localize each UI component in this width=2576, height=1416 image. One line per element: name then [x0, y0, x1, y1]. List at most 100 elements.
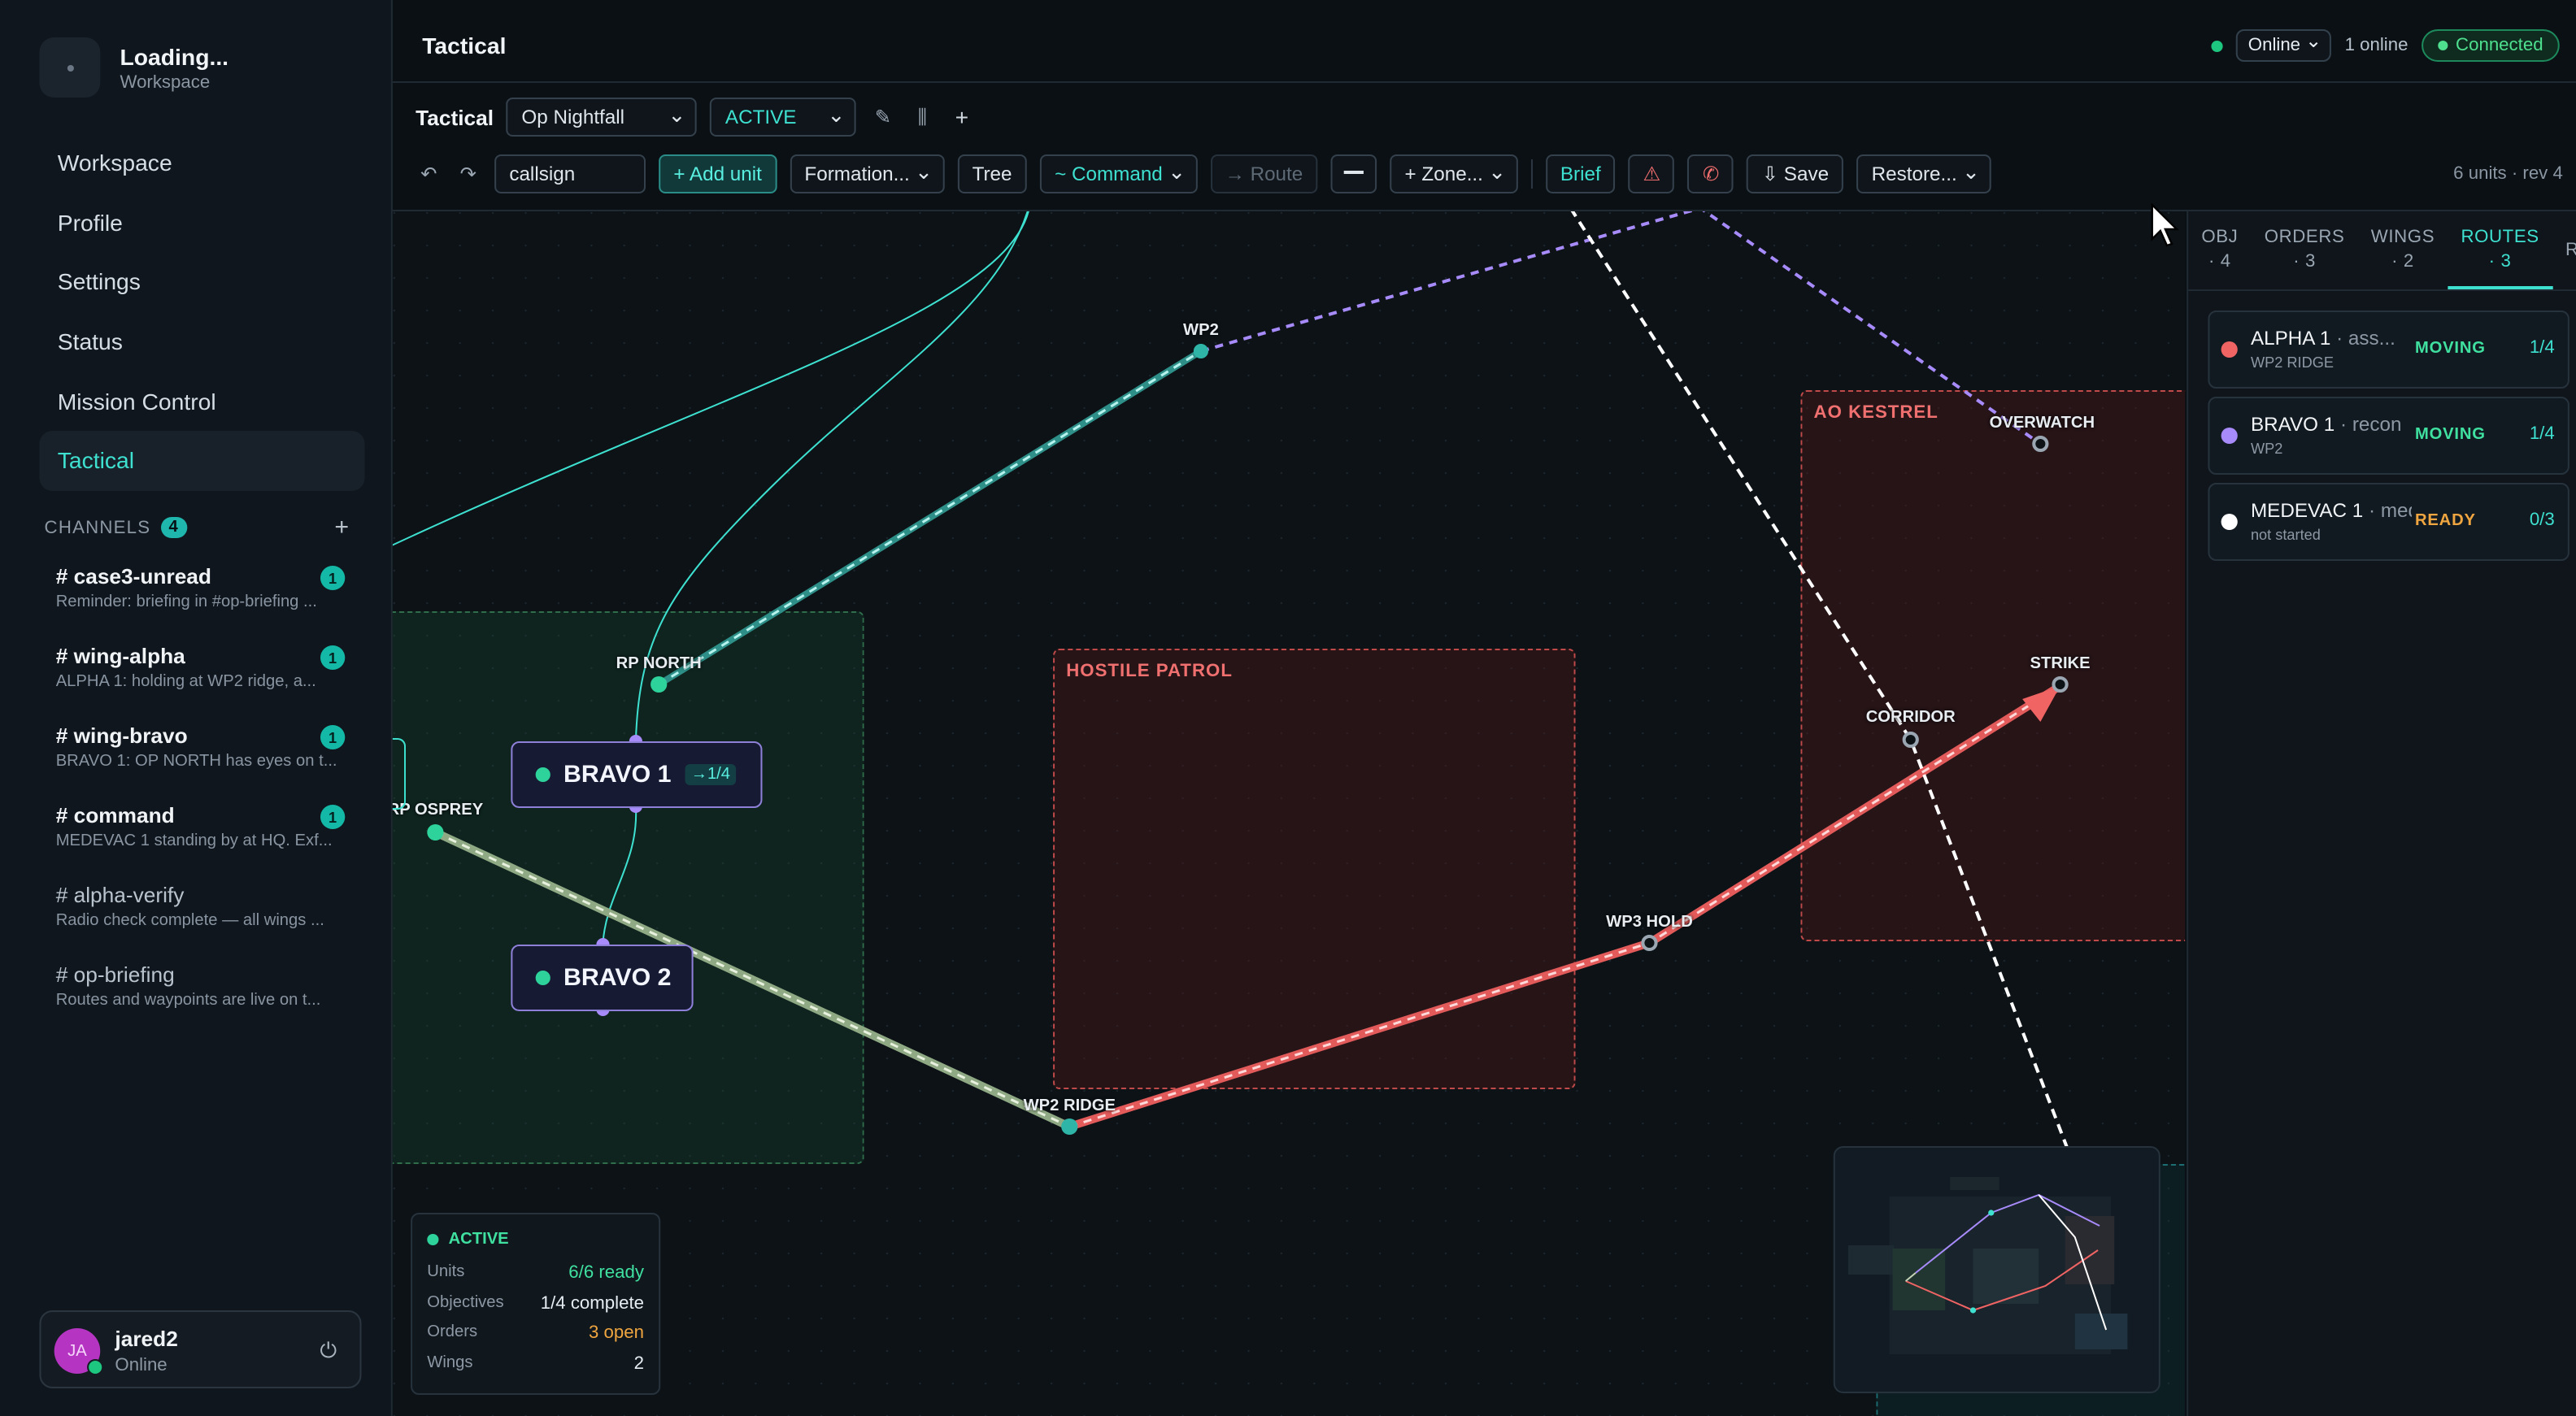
route-unit-name: MEDEVAC 1: [2250, 499, 2364, 522]
channel-preview: ALPHA 1: holding at WP2 ridge, a...: [55, 673, 316, 691]
edit-icon[interactable]: ✎: [870, 106, 896, 128]
status-label: Objectives: [427, 1293, 504, 1311]
route-unit-role: · ass...: [2330, 327, 2395, 350]
route-unit-name: ALPHA 1: [2250, 327, 2331, 350]
status-value: 3 open: [588, 1323, 644, 1343]
status-value: 6/6 ready: [568, 1263, 644, 1283]
presence-dot: [2212, 40, 2224, 51]
route-card[interactable]: BRAVO 1 · recon WP2 MOVING 1/4: [2208, 397, 2569, 475]
ao-kestrel-zone[interactable]: AO KESTREL: [1800, 390, 2186, 941]
route-card[interactable]: MEDEVAC 1 · medical not started READY 0/…: [2208, 483, 2569, 561]
command-select[interactable]: ~ Command: [1039, 154, 1198, 193]
user-name: jared2: [115, 1327, 178, 1351]
route-state: READY: [2414, 512, 2476, 530]
page-title: Tactical: [422, 33, 507, 59]
undo-icon[interactable]: ↶: [416, 163, 442, 185]
tab-label: ROL: [2565, 239, 2576, 263]
delete-icon[interactable]: ⫼: [909, 105, 935, 129]
alert-icon[interactable]: ⚠: [1629, 154, 1675, 193]
tab-label: OBJ: [2201, 228, 2239, 247]
nav-item-settings[interactable]: Settings: [39, 252, 364, 311]
unread-badge: 1: [320, 645, 346, 670]
route-card[interactable]: ALPHA 1 · ass... WP2 RIDGE MOVING 1/4: [2208, 311, 2569, 389]
line-style-icon[interactable]: [1330, 154, 1377, 193]
power-icon[interactable]: ⏻: [320, 1338, 337, 1364]
status-state: ACTIVE: [448, 1231, 509, 1249]
tab-wings[interactable]: WINGS · 2: [2358, 211, 2448, 289]
minimap[interactable]: [1833, 1146, 2160, 1393]
nav-item-workspace[interactable]: Workspace: [39, 133, 364, 193]
channel-name: # command: [55, 803, 175, 827]
workspace-header[interactable]: Loading... Workspace: [39, 37, 228, 98]
tab-count: · 3: [2293, 252, 2316, 271]
add-unit-button[interactable]: + Add unit: [659, 154, 777, 193]
presence-select[interactable]: Online: [2236, 29, 2332, 62]
zone-select[interactable]: + Zone...: [1390, 154, 1518, 193]
unread-badge: 1: [320, 805, 346, 829]
channel-item[interactable]: # op-briefing Routes and waypoints are l…: [56, 962, 349, 1042]
nav-item-tactical[interactable]: Tactical: [39, 430, 365, 491]
unit-node-bravo-2[interactable]: BRAVO 2: [511, 945, 694, 1011]
restore-select[interactable]: Restore...: [1856, 154, 1992, 193]
channel-preview: BRAVO 1: OP NORTH has eyes on t...: [55, 753, 337, 771]
tab-roles[interactable]: ROL: [2552, 211, 2576, 289]
tab-count: · 4: [2208, 252, 2231, 271]
channel-list: # case3-unread Reminder: briefing in #op…: [56, 564, 349, 1042]
channel-item[interactable]: # wing-alpha ALPHA 1: holding at WP2 rid…: [56, 644, 349, 723]
channel-name: # alpha-verify: [55, 883, 185, 907]
route-button[interactable]: → Route: [1210, 154, 1318, 193]
broadcast-icon[interactable]: ✆: [1687, 154, 1734, 193]
tab-orders[interactable]: ORDERS · 3: [2252, 211, 2358, 289]
route-progress: 0/3: [2529, 510, 2555, 530]
route-waypoint: WP2 RIDGE: [2250, 354, 2334, 371]
tab-label: WINGS: [2370, 228, 2435, 247]
tab-objectives[interactable]: OBJ · 4: [2188, 211, 2251, 289]
connection-badge: Connected: [2421, 29, 2560, 62]
unit-node-bravo-1[interactable]: BRAVO 1 →1/4: [511, 741, 763, 808]
panel-tabs: OBJ · 4 ORDERS · 3 WINGS · 2 ROUTES · 3 ROL: [2188, 211, 2576, 291]
offscreen-unit-node[interactable]: [392, 738, 407, 810]
channel-item[interactable]: # case3-unread Reminder: briefing in #op…: [56, 564, 349, 644]
nav-item-mission-control[interactable]: Mission Control: [39, 371, 364, 431]
top-bar: Tactical Online 1 online Connected: [392, 0, 2576, 83]
toolbar-title: Tactical: [416, 105, 494, 129]
route-progress: 1/4: [2529, 338, 2555, 358]
workspace-logo: [39, 37, 101, 98]
nav-item-profile[interactable]: Profile: [39, 193, 364, 252]
nav-item-status[interactable]: Status: [39, 312, 364, 371]
workspace-subtitle: Workspace: [120, 72, 211, 92]
unit-name: BRAVO 1: [563, 761, 672, 788]
friendly-zone[interactable]: [392, 611, 864, 1164]
route-color-dot: [2221, 428, 2238, 444]
status-row: Objectives 1/4 complete: [427, 1293, 644, 1323]
status-label: Wings: [427, 1353, 473, 1371]
add-operation-icon[interactable]: +: [949, 104, 975, 130]
channels-count-badge: 4: [160, 517, 188, 538]
unit-name: BRAVO 2: [563, 964, 672, 992]
minimap-canvas: [1847, 1177, 2128, 1354]
channel-item[interactable]: # wing-bravo BRAVO 1: OP NORTH has eyes …: [56, 723, 349, 803]
formation-select[interactable]: Formation...: [790, 154, 945, 193]
minimap-zone: [2074, 1314, 2128, 1349]
callsign-input[interactable]: callsign: [494, 154, 646, 193]
save-button[interactable]: ⇩ Save: [1747, 154, 1844, 193]
hostile-patrol-zone[interactable]: HOSTILE PATROL: [1053, 649, 1576, 1089]
user-status: Online: [115, 1356, 168, 1375]
tab-routes[interactable]: ROUTES · 3: [2448, 211, 2552, 289]
sidebar: Loading... Workspace Workspace Profile S…: [0, 0, 393, 1416]
channel-item[interactable]: # alpha-verify Radio check complete — al…: [56, 883, 349, 962]
unit-status-dot: [535, 767, 550, 782]
add-channel-button[interactable]: +: [334, 514, 350, 541]
status-value: 2: [633, 1353, 644, 1373]
user-card[interactable]: JA jared2 Online ⏻: [39, 1310, 362, 1388]
state-select[interactable]: ACTIVE: [710, 98, 857, 137]
brief-button[interactable]: Brief: [1545, 154, 1616, 193]
sidebar-nav: Workspace Profile Settings Status Missio…: [39, 133, 365, 491]
right-panel: OBJ· 4 ORDERS· 3 WINGS· 2 ROUTES· 3 ROL …: [2187, 211, 2576, 1416]
minimap-block: [1847, 1245, 1895, 1275]
tree-button[interactable]: Tree: [957, 154, 1027, 193]
route-color-dot: [2221, 341, 2238, 358]
channel-item[interactable]: # command MEDEVAC 1 standing by at HQ. E…: [56, 803, 349, 883]
redo-icon[interactable]: ↷: [455, 163, 481, 185]
operation-select[interactable]: Op Nightfall: [507, 98, 698, 137]
